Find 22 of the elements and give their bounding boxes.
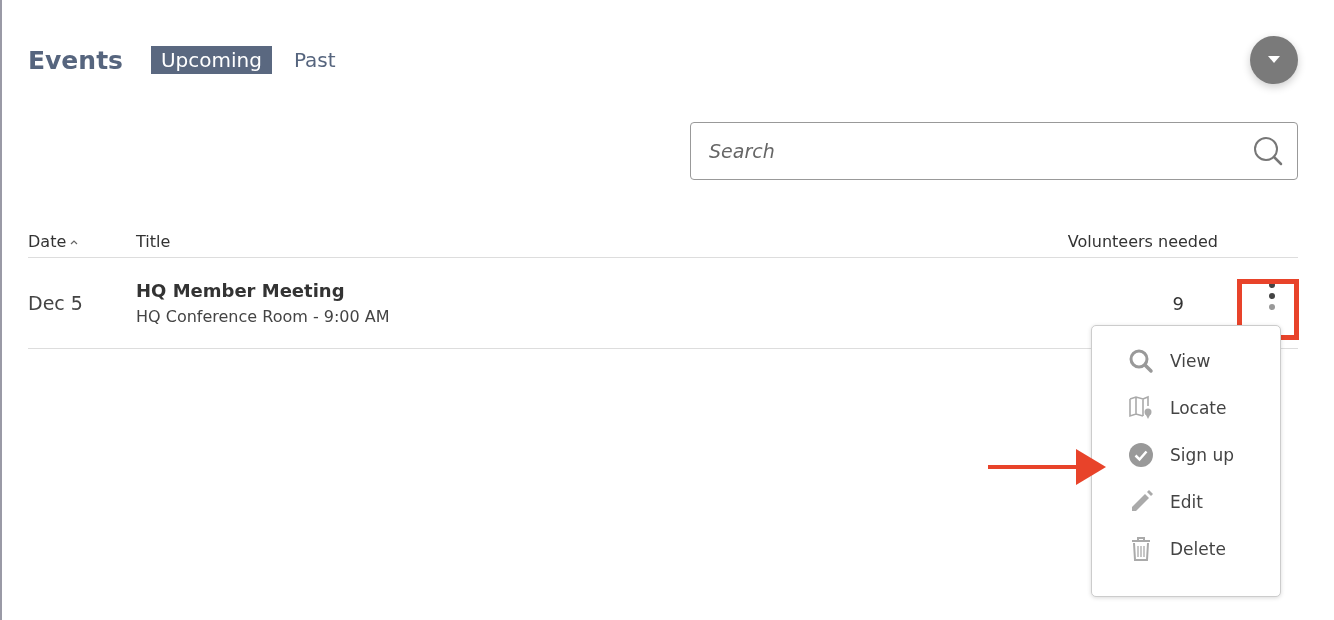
column-header[interactable]: Date (28, 232, 67, 251)
search-icon (1252, 135, 1284, 167)
date-cell-text: Dec 5 (28, 292, 84, 314)
column-header[interactable]: Volunteers needed (1067, 232, 1218, 251)
column-header[interactable]: Title (136, 232, 171, 251)
tab[interactable]: Past (283, 46, 346, 74)
search-field[interactable]: Search (690, 122, 1298, 180)
menu-item[interactable]: Edit (1128, 485, 1280, 518)
volunteers-cell: 9 (1172, 292, 1184, 314)
page-title: Events (28, 45, 123, 75)
check-circle-icon (1128, 441, 1154, 468)
caret-icon (1268, 56, 1280, 64)
menu-item[interactable]: Delete (1128, 532, 1280, 565)
tab[interactable]: Upcoming (150, 46, 272, 74)
menu-item[interactable]: View (1128, 344, 1280, 377)
menu-item[interactable]: Locate (1128, 391, 1280, 424)
dropdown-button[interactable] (1250, 36, 1298, 84)
event-title: HQ Member Meeting (136, 280, 346, 301)
map-pin-icon (1128, 394, 1154, 421)
search-icon (1128, 347, 1154, 374)
menu-item[interactable]: Sign up (1128, 438, 1280, 471)
event-location: HQ Conference Room - 9:00 AM (136, 307, 391, 326)
